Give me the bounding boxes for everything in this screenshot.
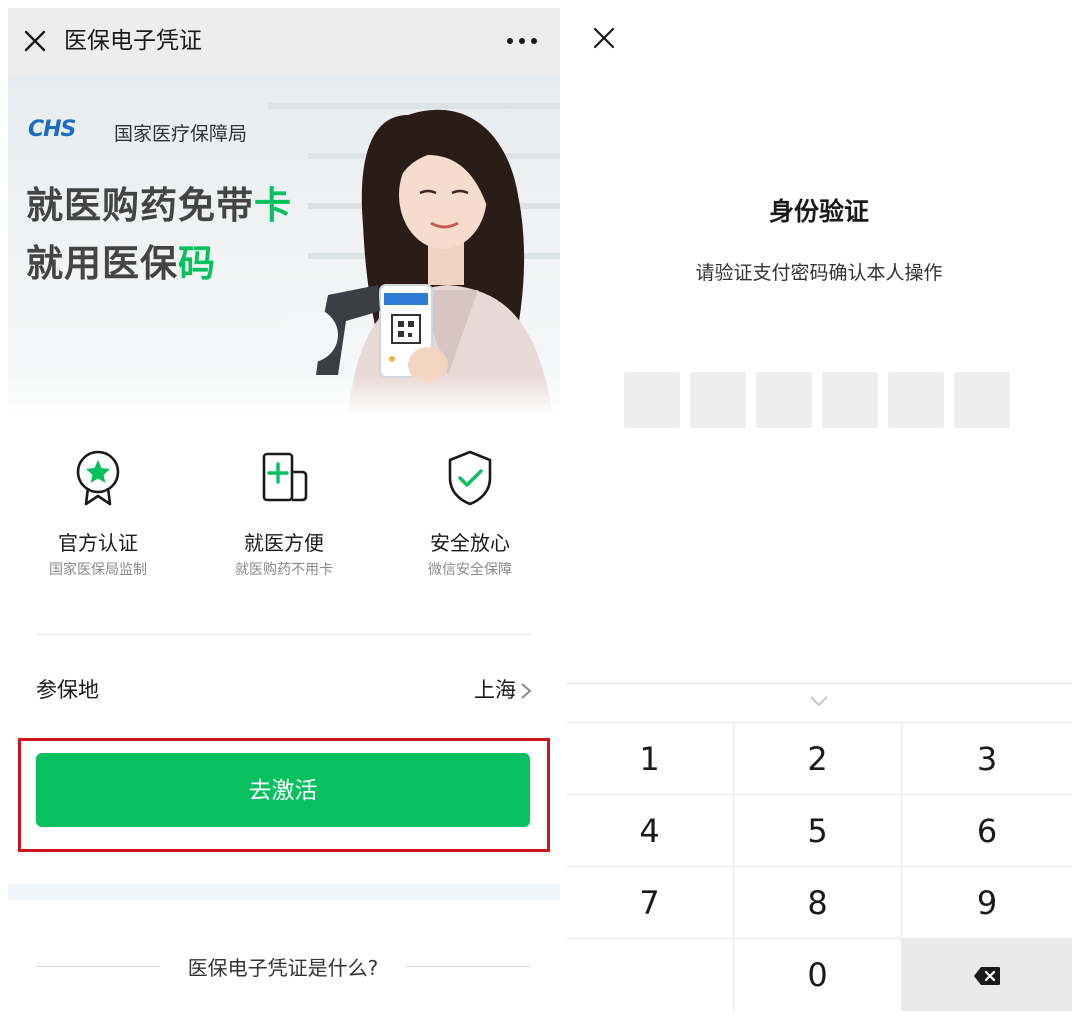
- key-5[interactable]: 5: [734, 794, 902, 866]
- top-bar: 医保电子凭证: [8, 8, 560, 75]
- key-4[interactable]: 4: [566, 794, 734, 866]
- delete-key[interactable]: [902, 938, 1072, 1011]
- key-1[interactable]: 1: [566, 722, 734, 794]
- key-6[interactable]: 6: [902, 794, 1072, 866]
- org-name: 国家医疗保障局: [114, 123, 248, 145]
- chs-logo: CHS: [28, 117, 76, 142]
- key-3[interactable]: 3: [902, 722, 1072, 794]
- feature-official: 官方认证 国家医保局监制: [8, 448, 188, 580]
- insurance-voucher-page: 医保电子凭证 CHS 国家医疗保障局 就医购药免带卡 就用医保码 官方认证 国家…: [8, 8, 560, 1011]
- password-digit-box: [954, 372, 1010, 428]
- faq-text: 医保电子凭证是什么?: [187, 956, 379, 980]
- password-digit-box: [624, 372, 680, 428]
- headline-line-2: 就用医保码: [26, 242, 216, 285]
- shield-check-icon: [448, 450, 492, 506]
- feature-safe: 安全放心 微信安全保障: [380, 448, 560, 580]
- feature-convenient: 就医方便 就医购药不用卡: [194, 448, 374, 580]
- section-band: [8, 884, 560, 900]
- numeric-keypad: 1 2 3 4 5 6 7 8 9 0: [566, 722, 1072, 1011]
- region-label: 参保地: [36, 678, 99, 702]
- close-icon[interactable]: [592, 26, 616, 50]
- badge-star-icon: [76, 450, 120, 506]
- feature-list: 官方认证 国家医保局监制 就医方便 就医购药不用卡 安全放心 微信安全保障: [8, 448, 560, 598]
- more-icon[interactable]: [506, 36, 538, 46]
- faq-link[interactable]: 医保电子凭证是什么?: [8, 946, 560, 986]
- verification-subtitle: 请验证支付密码确认本人操作: [695, 262, 943, 284]
- key-9[interactable]: 9: [902, 866, 1072, 938]
- chevron-down-icon[interactable]: [809, 695, 829, 707]
- password-digit-box: [756, 372, 812, 428]
- medical-card-icon: [262, 452, 308, 502]
- page-title: 医保电子凭证: [64, 28, 202, 54]
- activate-button[interactable]: 去激活: [36, 753, 530, 827]
- close-icon[interactable]: [22, 28, 48, 54]
- divider: [406, 966, 530, 967]
- password-digit-box: [888, 372, 944, 428]
- identity-verification-page: 身份验证 请验证支付密码确认本人操作 1 2 3 4 5 6 7 8 9 0: [566, 8, 1072, 1011]
- password-input[interactable]: [624, 372, 1014, 430]
- promo-banner: CHS 国家医疗保障局 就医购药免带卡 就用医保码: [8, 75, 560, 415]
- chevron-right-icon: [521, 683, 532, 699]
- woman-with-phone-illustration: [278, 109, 553, 415]
- divider: [36, 634, 532, 635]
- headline-line-1: 就医购药免带卡: [26, 184, 292, 227]
- key-2[interactable]: 2: [734, 722, 902, 794]
- delete-icon: [974, 967, 1000, 985]
- region-value: 上海: [474, 678, 516, 702]
- key-7[interactable]: 7: [566, 866, 734, 938]
- insured-region-row[interactable]: 参保地 上海: [8, 658, 560, 718]
- key-8[interactable]: 8: [734, 866, 902, 938]
- password-digit-box: [690, 372, 746, 428]
- key-0[interactable]: 0: [734, 938, 902, 1011]
- key-blank: [566, 938, 734, 1011]
- password-digit-box: [822, 372, 878, 428]
- divider: [566, 683, 1072, 684]
- divider: [36, 966, 160, 967]
- verification-title: 身份验证: [768, 197, 869, 226]
